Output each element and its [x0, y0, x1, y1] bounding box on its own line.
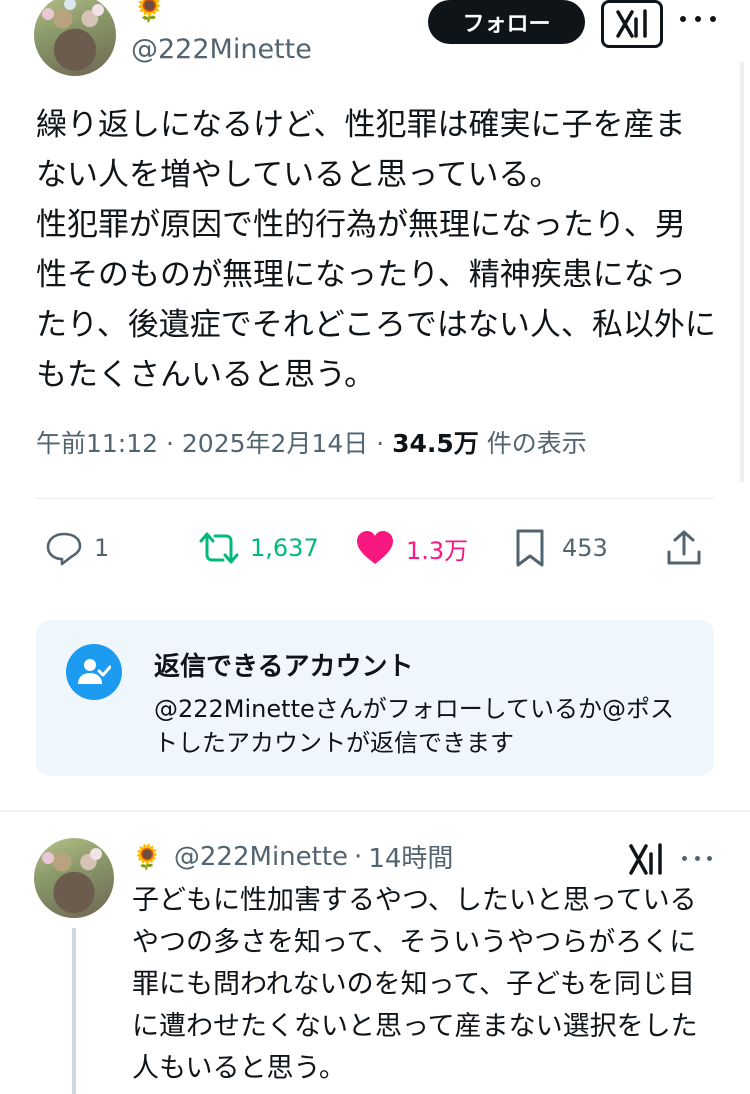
reply-restriction-card: 返信できるアカウント @222Minetteさんがフォローしているか@ポストした…	[36, 620, 714, 776]
views-label: 件の表示	[486, 429, 587, 458]
grok-icon	[629, 843, 662, 875]
reply-author-handle[interactable]: @222Minette	[174, 842, 348, 872]
bookmark-count: 453	[562, 534, 608, 562]
reply-author-avatar[interactable]	[34, 838, 114, 918]
bookmark-icon	[516, 529, 544, 567]
dot	[710, 16, 716, 22]
repost-icon	[199, 532, 239, 564]
avatar-flower	[64, 0, 76, 10]
dot	[680, 16, 686, 22]
reply-button[interactable]: 1	[44, 520, 109, 576]
meta-separator: ·	[354, 841, 363, 872]
post-detail-screen: 🌻 @222Minette フォロー 繰り返しになるけど、性犯罪は確実に子を産ま…	[0, 0, 750, 1094]
bookmark-button[interactable]: 453	[512, 520, 608, 576]
meta-separator: ·	[166, 429, 174, 458]
dot	[707, 855, 712, 861]
follow-button[interactable]: フォロー	[428, 0, 585, 44]
scrollbar[interactable]	[740, 62, 744, 482]
dot	[694, 855, 700, 861]
reply-count: 1	[94, 534, 110, 562]
author-handle[interactable]: @222Minette	[131, 34, 312, 65]
person-check-icon	[66, 644, 122, 700]
reply-grok-button[interactable]	[628, 842, 664, 876]
section-divider	[0, 810, 750, 812]
share-icon	[667, 530, 701, 565]
divider	[36, 498, 714, 499]
share-button[interactable]	[664, 520, 704, 576]
views-count[interactable]: 34.5万	[392, 429, 479, 458]
reply-icon	[46, 532, 82, 566]
repost-count: 1,637	[250, 534, 319, 562]
post-meta: 午前11:12 · 2025年2月14日 · 34.5万 件の表示	[36, 424, 587, 460]
reply-header: 🌻 @222Minette · 14時間	[132, 838, 453, 875]
avatar-flower	[90, 848, 102, 860]
reply-restriction-description: @222Minetteさんがフォローしているか@ポストしたアカウントが返信できま…	[154, 695, 675, 757]
post-body-text: 繰り返しになるけど、性犯罪は確実に子を産まない人を増やしていると思っている。 性…	[36, 107, 716, 393]
sunflower-emoji: 🌻	[133, 0, 166, 24]
grok-icon	[616, 9, 647, 38]
meta-separator: ·	[376, 429, 385, 458]
avatar-flower	[92, 4, 104, 16]
dot	[695, 16, 701, 22]
reply-more-options-icon[interactable]	[682, 852, 712, 864]
avatar-flower	[42, 8, 54, 20]
sunflower-emoji: 🌻	[132, 842, 162, 871]
reply-restriction-title: 返信できるアカウント	[154, 652, 414, 682]
reply-body-text: 子どもに性加害するやつ、したいと思っているやつの多さを知って、そういうやつらがろ…	[132, 885, 698, 1084]
author-avatar[interactable]	[34, 0, 116, 76]
post-date[interactable]: 2025年2月14日	[182, 429, 368, 458]
thread-connector-line	[72, 928, 76, 1094]
more-options-icon[interactable]	[680, 4, 716, 34]
like-count: 1.3万	[406, 536, 469, 565]
action-bar: 1 1,637 1.3万 453	[36, 520, 714, 580]
post-time[interactable]: 午前11:12	[36, 429, 158, 458]
heart-filled-icon	[357, 531, 393, 564]
repost-button[interactable]: 1,637	[198, 520, 319, 576]
grok-button[interactable]	[601, 0, 663, 48]
reply-time[interactable]: 14時間	[368, 838, 453, 875]
dot	[682, 855, 687, 861]
post-header: 🌻 @222Minette フォロー	[0, 0, 750, 90]
like-button[interactable]: 1.3万	[354, 520, 468, 576]
avatar-flower	[42, 852, 54, 864]
